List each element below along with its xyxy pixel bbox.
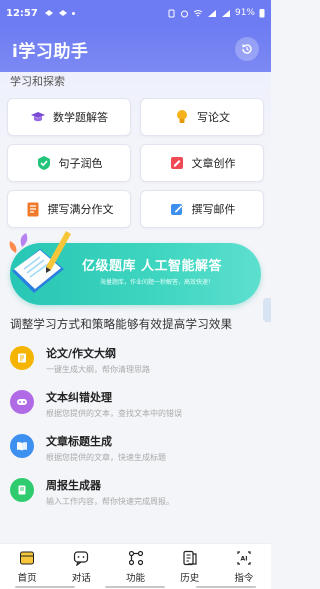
article-edit-icon	[169, 155, 185, 171]
tab-label: 历史	[180, 573, 200, 584]
list-item-title-generator[interactable]: 文章标题生成 根据您提供的文章，快速生成标题	[0, 428, 271, 468]
vibrate-icon	[168, 9, 175, 17]
report-icon	[10, 478, 34, 502]
list-item-title: 周报生成器	[46, 479, 101, 492]
tool-label: 写论文	[197, 111, 230, 124]
pen-edit-icon	[169, 201, 185, 217]
history-icon	[181, 549, 199, 567]
chat-icon	[72, 549, 90, 567]
floating-side-handle[interactable]	[263, 298, 271, 322]
outline-icon	[10, 346, 34, 370]
tool-article-create[interactable]: 文章创作	[140, 144, 264, 182]
notification-dot-icon	[71, 11, 75, 15]
list-item-desc: 一键生成大纲，帮你清理思路	[46, 365, 150, 374]
home-icon	[18, 549, 36, 567]
tab-history[interactable]: 历史	[163, 544, 217, 589]
tab-label: 对话	[71, 573, 91, 584]
tips-headline: 调整学习方式和策略能够有效提高学习效果	[10, 317, 233, 331]
document-list-icon	[25, 201, 41, 217]
tool-write-email[interactable]: 撰写邮件	[140, 190, 264, 228]
tool-label: 数学题解答	[53, 111, 108, 124]
book-icon	[10, 434, 34, 458]
list-item-title: 文章标题生成	[46, 435, 112, 448]
tool-label: 撰写满分作文	[47, 203, 114, 216]
notification-icons	[44, 9, 75, 17]
alarm-icon	[180, 10, 188, 17]
notification-app-icon	[44, 10, 53, 16]
wifi-icon	[193, 9, 203, 16]
tool-label: 文章创作	[191, 157, 236, 170]
notification-app-icon	[58, 10, 67, 16]
status-time: 12:57	[6, 7, 38, 19]
list-item-title: 论文/作文大纲	[46, 347, 117, 360]
study-illustration-icon	[9, 231, 71, 293]
ai-command-icon: AI	[235, 549, 253, 567]
battery-icon	[259, 9, 265, 18]
tool-label: 句子润色	[58, 157, 103, 170]
proofread-icon	[10, 390, 34, 414]
graduation-cap-icon	[30, 109, 46, 125]
list-item-title: 文本纠错处理	[46, 391, 112, 404]
tab-function[interactable]: 功能	[108, 544, 162, 589]
check-shield-icon	[36, 155, 52, 171]
tool-sentence-polish[interactable]: 句子润色	[7, 144, 131, 182]
function-icon	[127, 549, 145, 567]
feature-list: 论文/作文大纲 一键生成大纲，帮你清理思路 文本纠错处理 根据您提供的文本，查找…	[0, 340, 271, 516]
clock-history-icon	[242, 44, 252, 54]
tool-label: 撰写邮件	[191, 203, 236, 216]
app-header: i学习助手	[0, 26, 271, 72]
list-item-proofread[interactable]: 文本纠错处理 根据您提供的文本，查找文本中的错误	[0, 384, 271, 424]
svg-text:AI: AI	[240, 556, 247, 563]
lightbulb-icon	[174, 109, 190, 125]
tab-label: 功能	[126, 573, 146, 584]
list-item-outline[interactable]: 论文/作文大纲 一键生成大纲，帮你清理思路	[0, 340, 271, 380]
signal-icon	[207, 9, 216, 17]
bottom-tab-bar: 首页 对话 功能 历史 AI 指令	[0, 543, 271, 589]
tab-label: 指令	[234, 573, 254, 584]
list-item-weekly-report[interactable]: 周报生成器 输入工作内容，帮你快速完成周报。	[0, 472, 271, 512]
tool-write-paper[interactable]: 写论文	[140, 98, 264, 136]
tools-grid: 数学题解答 写论文 句子润色 文章创作 撰写满分作文 撰写邮件	[7, 98, 264, 228]
banner-subtitle: 海量题库，作业问题一秒解答，高效快速！	[100, 279, 215, 286]
tool-math-solver[interactable]: 数学题解答	[7, 98, 131, 136]
signal-icon	[221, 9, 230, 17]
list-item-desc: 根据您提供的文本，查找文本中的错误	[46, 409, 182, 418]
app-title: i学习助手	[12, 41, 89, 62]
banner-title: 亿级题库 人工智能解答	[82, 259, 223, 274]
tab-chat[interactable]: 对话	[54, 544, 108, 589]
tab-command[interactable]: AI 指令	[217, 544, 271, 589]
tab-home[interactable]: 首页	[0, 544, 54, 589]
list-item-desc: 输入工作内容，帮你快速完成周报。	[46, 497, 174, 506]
tab-label: 首页	[17, 573, 37, 584]
section-title: 学习和探索	[10, 75, 65, 88]
status-bar: 12:57 91%	[0, 0, 271, 26]
battery-level: 91%	[234, 8, 255, 18]
history-button[interactable]	[235, 37, 259, 61]
list-item-desc: 根据您提供的文章，快速生成标题	[46, 453, 166, 462]
